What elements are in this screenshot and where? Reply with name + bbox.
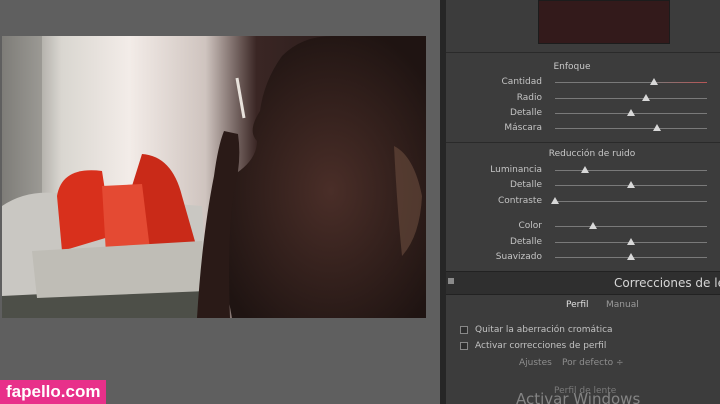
slider-label: Cantidad: [501, 77, 542, 87]
divider: [446, 142, 720, 143]
activate-windows-watermark: Activar Windows: [516, 390, 641, 404]
tab-perfil[interactable]: Perfil: [566, 300, 589, 310]
slider-label: Máscara: [504, 123, 542, 133]
ajustes-label: Ajustes: [519, 358, 552, 368]
checkbox-label: Quitar la aberración cromática: [475, 325, 613, 335]
slider-label: Suavizado: [495, 252, 542, 262]
lens-corrections-title: Correcciones de lente: [614, 276, 720, 290]
chromatic-aberration-checkbox[interactable]: [460, 326, 468, 334]
slider-track[interactable]: [555, 128, 707, 129]
slider-track[interactable]: [555, 98, 707, 99]
slider-cantidad[interactable]: Cantidad: [446, 76, 720, 88]
slider-track[interactable]: [555, 82, 707, 83]
slider-thumb[interactable]: [627, 238, 635, 245]
slider-thumb[interactable]: [589, 222, 597, 229]
slider-thumb[interactable]: [642, 94, 651, 101]
tab-manual[interactable]: Manual: [606, 300, 639, 310]
slider-detalle[interactable]: Detalle: [446, 107, 720, 119]
ajustes-dropdown[interactable]: Por defecto ÷: [562, 358, 624, 368]
slider-thumb[interactable]: [649, 78, 658, 85]
slider-color-detalle[interactable]: Detalle: [446, 236, 720, 248]
sharpening-title: Enfoque: [553, 62, 591, 72]
checkbox-label: Activar correcciones de perfil: [475, 341, 607, 351]
slider-label: Detalle: [509, 237, 542, 247]
profile-corrections-checkbox[interactable]: [460, 342, 468, 350]
slider-luminancia-detalle[interactable]: Detalle: [446, 179, 720, 191]
photo-image: [2, 36, 426, 318]
slider-label: Detalle: [509, 108, 542, 118]
slider-mascara[interactable]: Máscara: [446, 122, 720, 134]
site-watermark: fapello.com: [0, 380, 107, 404]
slider-track[interactable]: [555, 201, 707, 202]
develop-panel: Enfoque Cantidad Radio Detalle Máscara R…: [440, 0, 720, 404]
lens-corrections-header[interactable]: Correcciones de lente: [446, 271, 720, 295]
detail-preview-box[interactable]: [538, 0, 670, 44]
slider-label: Detalle: [509, 180, 542, 190]
divider: [446, 52, 720, 53]
slider-contraste[interactable]: Contraste: [446, 195, 720, 207]
slider-thumb[interactable]: [551, 197, 559, 204]
slider-color[interactable]: Color: [446, 220, 720, 232]
noise-reduction-title: Reducción de ruido: [548, 149, 636, 159]
slider-suavizado[interactable]: Suavizado: [446, 251, 720, 263]
slider-label: Radio: [516, 93, 542, 103]
slider-luminancia[interactable]: Luminancia: [446, 164, 720, 176]
slider-thumb[interactable]: [627, 253, 635, 260]
collapse-toggle-icon[interactable]: [448, 278, 454, 284]
slider-label: Color: [518, 221, 543, 231]
slider-radio[interactable]: Radio: [446, 92, 720, 104]
photo-canvas: [0, 0, 440, 404]
slider-thumb[interactable]: [627, 181, 635, 188]
slider-thumb[interactable]: [652, 124, 661, 131]
slider-track[interactable]: [555, 226, 707, 227]
photo-preview[interactable]: [2, 36, 426, 318]
slider-label: Luminancia: [490, 165, 542, 175]
slider-track[interactable]: [555, 170, 707, 171]
slider-label: Contraste: [498, 196, 542, 206]
slider-thumb[interactable]: [627, 109, 635, 116]
slider-thumb[interactable]: [581, 166, 590, 173]
